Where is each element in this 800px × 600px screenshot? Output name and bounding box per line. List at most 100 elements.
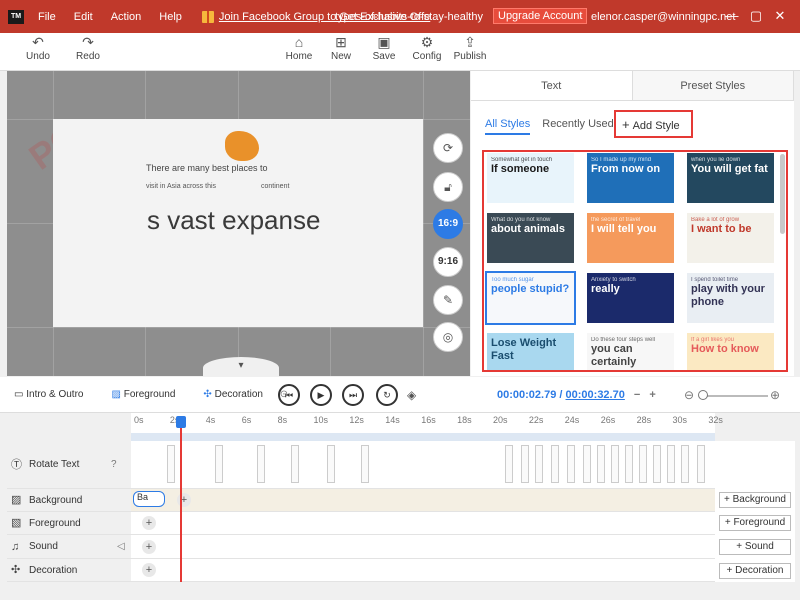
upgrade-account-button[interactable]: Upgrade Account (493, 8, 588, 24)
total-time[interactable]: 00:00:32.70 (566, 389, 625, 401)
close-button[interactable]: ✕ (768, 8, 792, 24)
slide-canvas[interactable]: There are many best places to visit in A… (53, 119, 423, 327)
text-clip[interactable] (567, 445, 575, 483)
loop-button[interactable]: ↻ (376, 384, 398, 406)
menu-help[interactable]: Help (159, 11, 182, 23)
preset-style-thumb[interactable]: the secret of travel I will tell you (587, 213, 674, 263)
text-clip[interactable] (697, 445, 705, 483)
layers-icon[interactable]: ◈ (407, 388, 416, 402)
lock-button[interactable]: 🔓︎ (433, 172, 463, 202)
add-background-button[interactable]: + Background (719, 492, 791, 508)
volume-icon[interactable]: ◁ (117, 535, 125, 559)
text-clip[interactable] (505, 445, 513, 483)
preset-style-thumb[interactable]: Too much sugar people stupid? (485, 271, 576, 325)
text-clip[interactable] (667, 445, 675, 483)
menu-action[interactable]: Action (111, 11, 142, 23)
add-foreground-icon[interactable]: + (142, 516, 156, 530)
ruler-tick-label: 12s (349, 415, 364, 425)
text-clip[interactable] (551, 445, 559, 483)
text-clip[interactable] (583, 445, 591, 483)
preset-style-thumb[interactable]: Somewhat get in touch If someone (487, 153, 574, 203)
ruler-tick-label: 22s (528, 415, 544, 425)
zoom-slider-handle[interactable] (698, 390, 708, 400)
redo-button[interactable]: ↷ Redo (68, 33, 108, 62)
ratio-16-9-button[interactable]: 16:9 (433, 209, 463, 239)
background-clip[interactable]: Ba (133, 491, 165, 507)
text-clip[interactable] (215, 445, 223, 483)
help-icon[interactable]: ? (111, 441, 117, 489)
previous-button[interactable]: ⏮︎ (278, 384, 300, 406)
preset-style-thumb[interactable]: Lose Weight Fast (487, 333, 574, 370)
preset-style-thumb[interactable]: Bake a lot of grow I want to be (687, 213, 774, 263)
text-clip[interactable] (597, 445, 605, 483)
text-clip[interactable] (327, 445, 335, 483)
row-sound: + (131, 535, 715, 559)
text-clip[interactable] (681, 445, 689, 483)
thumb-title: play with your phone (691, 283, 765, 308)
zoom-out-icon[interactable]: ⊖ (684, 388, 694, 402)
australia-map-icon[interactable] (225, 131, 259, 161)
menu-file[interactable]: File (38, 11, 56, 23)
zoom-slider[interactable] (700, 395, 768, 397)
add-sound-button[interactable]: + Sound (719, 539, 791, 555)
thumb-subtext: Somewhat get in touch (491, 157, 553, 163)
duration-plus[interactable]: + (649, 389, 655, 401)
ratio-9-16-button[interactable]: 9:16 (433, 247, 463, 277)
config-button[interactable]: ⚙ Config (407, 33, 447, 62)
add-sound-icon[interactable]: + (142, 540, 156, 554)
text-clip[interactable] (361, 445, 369, 483)
text-clip[interactable] (167, 445, 175, 483)
canvas-headline[interactable]: s vast expanse (147, 205, 320, 236)
text-clip[interactable] (291, 445, 299, 483)
preset-style-thumb[interactable]: If a girl likes you How to know (687, 333, 774, 370)
add-decoration-button[interactable]: + Decoration (719, 563, 791, 579)
time-range-bar[interactable] (131, 433, 715, 441)
minimize-button[interactable]: — (720, 8, 744, 24)
foreground-button[interactable]: ▨ Foreground (111, 389, 189, 400)
text-clip[interactable] (257, 445, 265, 483)
add-foreground-button[interactable]: + Foreground (719, 515, 791, 531)
publish-button[interactable]: ⇪ Publish (450, 33, 490, 62)
add-style-button[interactable]: + Add Style (614, 110, 693, 138)
save-button[interactable]: ▣ Save (364, 33, 404, 62)
subtab-recently-used[interactable]: Recently Used (542, 118, 614, 135)
new-button[interactable]: ⊞ New (321, 33, 361, 62)
play-button[interactable]: ▶ (310, 384, 332, 406)
text-clip[interactable] (639, 445, 647, 483)
add-decoration-icon[interactable]: + (142, 563, 156, 577)
preset-style-thumb[interactable]: Anxiety to switch really (587, 273, 674, 323)
preset-style-thumb[interactable]: when you lie down You will get fat (687, 153, 774, 203)
next-button[interactable]: ⏭︎ (342, 384, 364, 406)
collapse-stage-tab[interactable]: ▾ (203, 357, 279, 376)
zoom-in-icon[interactable]: ⊕ (770, 388, 780, 402)
playhead[interactable] (176, 416, 186, 428)
tab-text[interactable]: Text (471, 71, 633, 100)
preset-style-thumb[interactable]: So I made up my mind From now on (587, 153, 674, 203)
styles-scrollbar[interactable] (780, 154, 785, 234)
maximize-button[interactable]: ▢ (744, 8, 768, 24)
intro-outro-button[interactable]: ▭ Intro & Outro (14, 389, 97, 400)
settings-button[interactable]: ◎ (433, 322, 463, 352)
preset-style-thumb[interactable]: What do you not know about animals (487, 213, 574, 263)
canvas-text-line2-end[interactable]: continent (261, 183, 289, 190)
canvas-text-line2[interactable]: visit in Asia across this (146, 183, 216, 190)
home-button[interactable]: ⌂ Home (279, 33, 319, 62)
undo-button[interactable]: ↶ Undo (18, 33, 58, 62)
preset-style-thumb[interactable]: Do these four steps well you can certainl… (587, 333, 674, 370)
text-clip[interactable] (535, 445, 543, 483)
duration-minus[interactable]: − (634, 389, 640, 401)
rotate-button[interactable]: ⟳ (433, 133, 463, 163)
text-clip[interactable] (653, 445, 661, 483)
subtab-all-styles[interactable]: All Styles (485, 118, 531, 135)
text-clip[interactable] (625, 445, 633, 483)
edit-button[interactable]: ✎ (433, 285, 463, 315)
preset-style-thumb[interactable]: I spend toilet time play with your phone (687, 273, 774, 323)
text-clip[interactable] (521, 445, 529, 483)
canvas-text-line1[interactable]: There are many best places to (146, 163, 268, 173)
menu-edit[interactable]: Edit (74, 11, 93, 23)
text-clip[interactable] (611, 445, 619, 483)
tab-preset-styles[interactable]: Preset Styles (632, 71, 794, 100)
timeline-ruler[interactable]: 0s 2s 4s 6s 8s 10s 12s 14s 16s 18s 20s 22s 24s 26s 28s… (131, 413, 723, 441)
account-email[interactable]: elenor.casper@winningpc.net (591, 11, 735, 23)
menu-bar: File Edit Action Help (38, 11, 200, 23)
